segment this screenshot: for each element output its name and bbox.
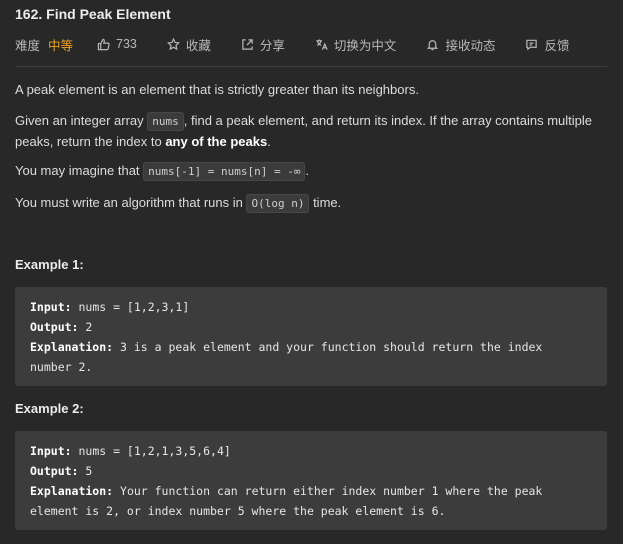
output-value: 2 — [78, 320, 93, 334]
problem-title: 162. Find Peak Element — [15, 6, 171, 22]
input-value: nums = [1,2,3,1] — [71, 300, 190, 314]
example-2-input: Input: nums = [1,2,1,3,5,6,4] — [30, 441, 592, 461]
example-2-explanation-cont: element is 2, or index number 5 where th… — [30, 504, 446, 518]
bell-icon — [427, 39, 439, 50]
translate-icon — [316, 38, 328, 50]
example-1-title: Example 1: — [15, 257, 84, 272]
share-icon — [242, 38, 253, 50]
text-segment: . — [305, 163, 310, 178]
share-button[interactable]: 分享 — [241, 35, 285, 54]
text-segment: Given an integer array — [15, 113, 148, 128]
header-divider — [15, 66, 607, 67]
example-2-title: Example 2: — [15, 401, 84, 416]
description-paragraph-4: You must write an algorithm that runs in… — [15, 193, 341, 214]
like-button[interactable]: 733 — [97, 37, 137, 51]
favorite-button[interactable]: 收藏 — [166, 35, 211, 54]
example-1-explanation-cont: number 2. — [30, 360, 93, 374]
switch-language-label: 切换为中文 — [333, 38, 397, 53]
notify-button[interactable]: 接收动态 — [426, 35, 495, 54]
explanation-label: Explanation: — [30, 484, 114, 498]
star-icon — [166, 37, 180, 50]
explanation-text: 3 is a peak element and your function sh… — [113, 340, 543, 354]
text-segment: You may imagine that — [15, 163, 144, 178]
thumbs-up-icon — [97, 38, 110, 50]
like-count: 733 — [116, 37, 137, 51]
favorite-label: 收藏 — [185, 38, 211, 53]
input-value: nums = [1,2,1,3,5,6,4] — [71, 444, 231, 458]
output-label: Output: — [30, 320, 79, 334]
explanation-label: Explanation: — [30, 340, 114, 354]
example-2-explanation: Explanation: Your function can return ei… — [30, 481, 592, 501]
input-label: Input: — [30, 444, 72, 458]
inline-code-boundary: nums[-1] = nums[n] = -∞ — [143, 162, 306, 181]
feedback-label: 反馈 — [544, 38, 570, 53]
example-1-output: Output: 2 — [30, 317, 592, 337]
description-paragraph-1: A peak element is an element that is str… — [15, 82, 419, 97]
text-segment: You must write an algorithm that runs in — [15, 195, 247, 210]
example-1-input: Input: nums = [1,2,3,1] — [30, 297, 592, 317]
notify-label: 接收动态 — [445, 38, 496, 53]
feedback-icon — [526, 39, 538, 50]
switch-language-button[interactable]: 切换为中文 — [315, 35, 397, 54]
description-paragraph-2: Given an integer array nums, find a peak… — [15, 111, 605, 152]
difficulty-value: 中等 — [48, 38, 74, 53]
text-segment: . — [267, 134, 271, 149]
output-value: 5 — [78, 464, 93, 478]
difficulty: 难度 中等 — [15, 35, 73, 54]
feedback-button[interactable]: 反馈 — [525, 35, 569, 54]
difficulty-label: 难度 — [15, 38, 41, 53]
inline-code-complexity: O(log n) — [246, 194, 310, 213]
inline-code-nums: nums — [147, 112, 184, 131]
explanation-text: Your function can return either index nu… — [113, 484, 543, 498]
example-2-output: Output: 5 — [30, 461, 592, 481]
problem-meta-bar: 难度 中等 733 收藏 分享 切换为中文 接收动态 反馈 — [15, 35, 607, 54]
description-paragraph-3: You may imagine that nums[-1] = nums[n] … — [15, 161, 309, 182]
example-1-explanation: Explanation: 3 is a peak element and you… — [30, 337, 592, 357]
bold-any-of-the-peaks: any of the peaks — [165, 134, 268, 149]
example-2-box: Input: nums = [1,2,1,3,5,6,4] Output: 5 … — [15, 431, 607, 530]
example-1-box: Input: nums = [1,2,3,1] Output: 2 Explan… — [15, 287, 607, 386]
text-segment: time. — [309, 195, 342, 210]
output-label: Output: — [30, 464, 79, 478]
input-label: Input: — [30, 300, 72, 314]
share-label: 分享 — [259, 38, 285, 53]
